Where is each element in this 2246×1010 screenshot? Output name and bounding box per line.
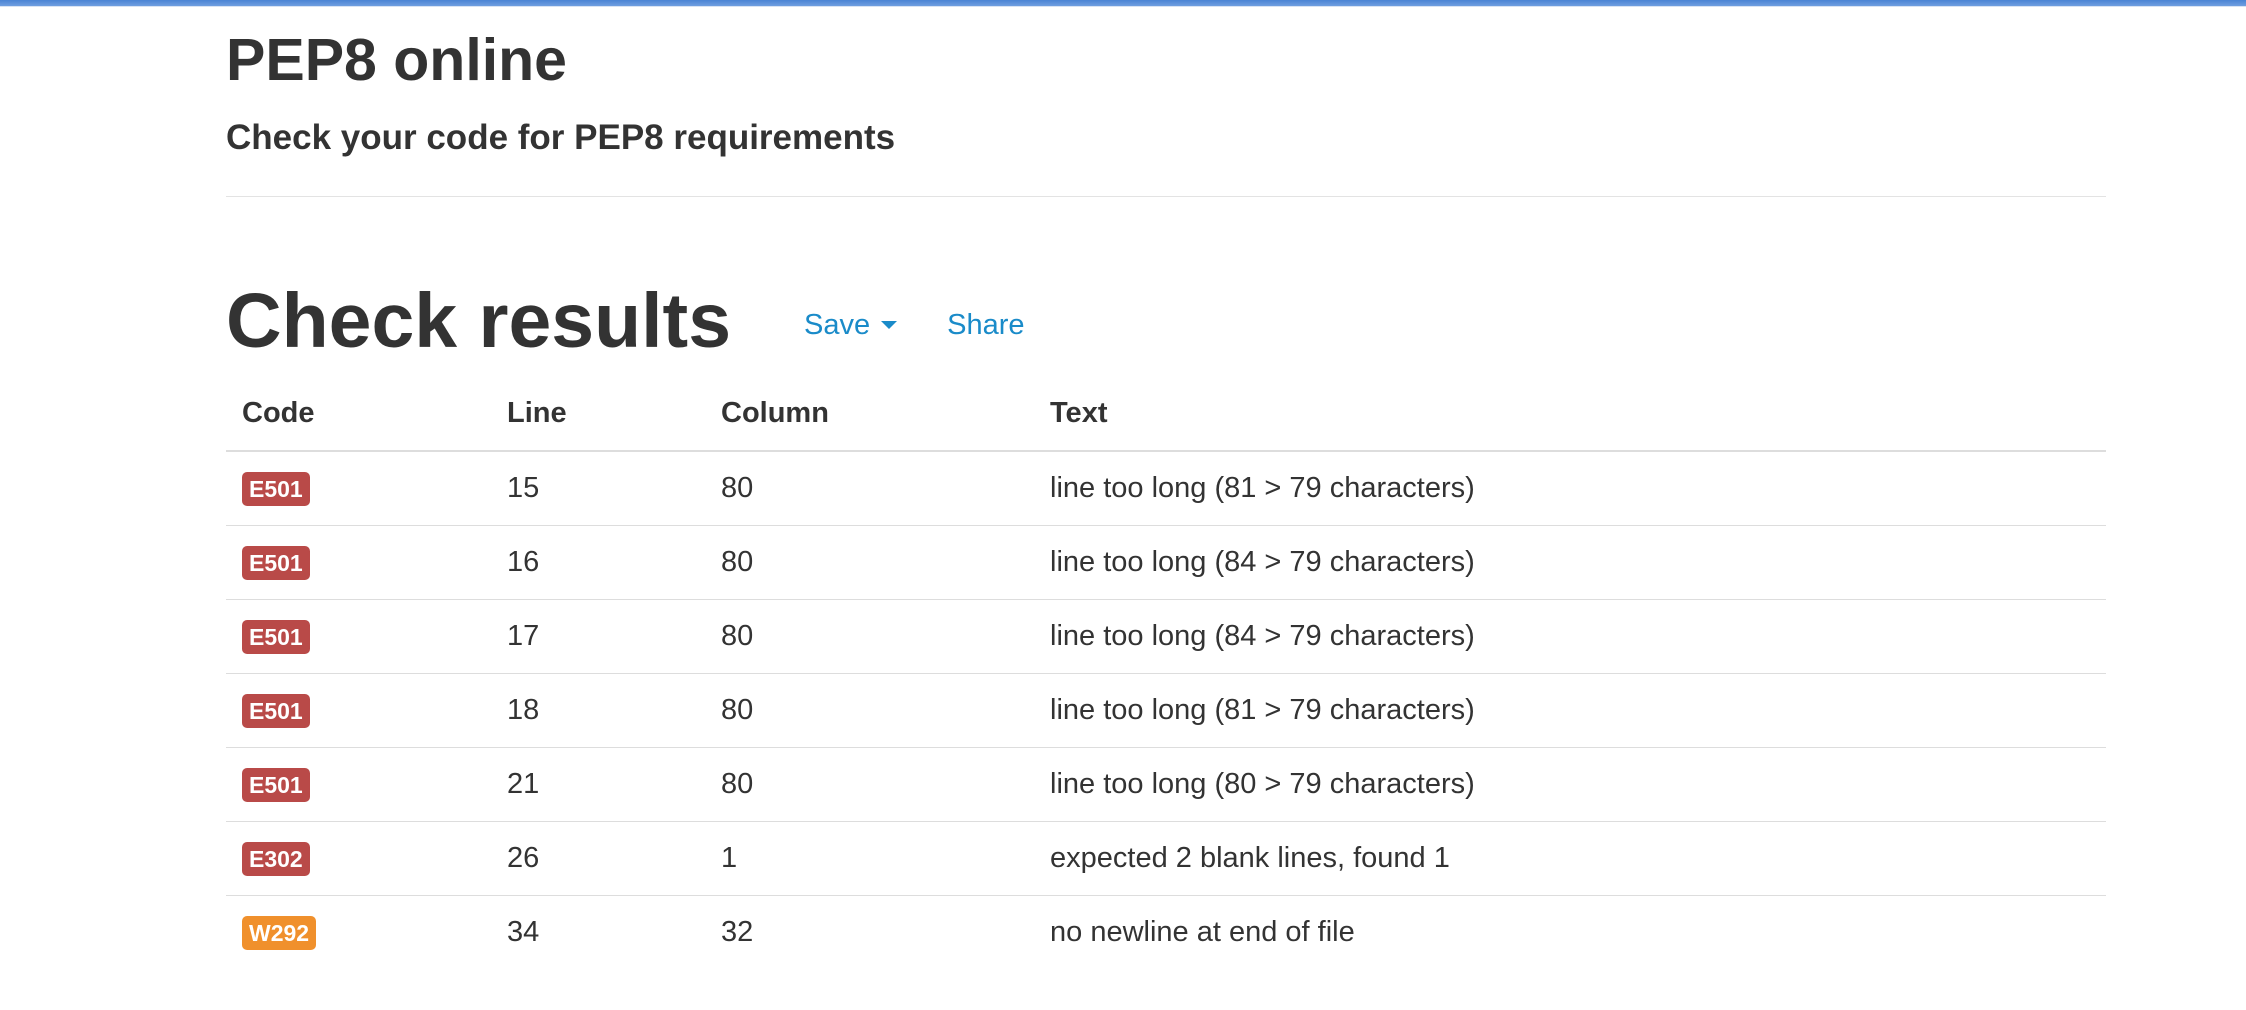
column-cell: 32 — [721, 916, 754, 948]
error-code-badge: E501 — [242, 545, 310, 580]
share-link[interactable]: Share — [947, 309, 1024, 342]
line-cell: 15 — [491, 451, 705, 526]
column-header-line: Line — [491, 376, 705, 452]
code-cell: E302 — [226, 821, 491, 896]
code-cell: E501 — [226, 451, 491, 526]
column-cell: 80 — [705, 747, 1034, 822]
table-row: E302 26 1 expected 2 blank lines, found … — [226, 821, 2106, 896]
line-cell: 21 — [491, 747, 705, 822]
text-cell: expected 2 blank lines, found 1 — [1034, 821, 2106, 896]
column-cell: 80 — [705, 599, 1034, 674]
code-cell: E501 — [226, 599, 491, 674]
page-subtitle: Check your code for PEP8 requirements — [226, 118, 896, 157]
column-cell: 80 — [705, 451, 1034, 526]
line-cell: 17 — [491, 599, 705, 674]
line-cell: 18 — [491, 673, 705, 748]
results-title: Check results — [226, 278, 732, 364]
header-divider — [226, 196, 2106, 197]
warning-code-badge: W292 — [242, 915, 317, 950]
code-cell: E501 — [226, 525, 491, 600]
table-row: E501 16 80 line too long (84 > 79 charac… — [226, 525, 2106, 600]
column-cell: 80 — [705, 673, 1034, 748]
table-row: E501 21 80 line too long (80 > 79 charac… — [226, 747, 2106, 822]
text-cell: no newline at end of file — [1050, 916, 1355, 948]
error-code-badge: E501 — [242, 693, 310, 728]
column-cell: 1 — [705, 821, 1034, 896]
table-row: E501 18 80 line too long (81 > 79 charac… — [226, 673, 2106, 748]
results-table-body: E501 15 80 line too long (81 > 79 charac… — [226, 451, 2106, 969]
error-code-badge: E302 — [242, 841, 310, 876]
code-cell: E501 — [226, 747, 491, 822]
save-label: Save — [804, 308, 871, 341]
column-cell: 80 — [705, 525, 1034, 600]
error-code-badge: E501 — [242, 619, 310, 654]
code-cell: W292 — [226, 896, 491, 970]
column-header-column: Column — [705, 376, 1034, 452]
table-row: E501 15 80 line too long (81 > 79 charac… — [226, 451, 2106, 526]
text-cell: line too long (81 > 79 characters) — [1034, 673, 2106, 748]
code-cell: E501 — [226, 673, 491, 748]
page-title: PEP8 online — [226, 27, 567, 93]
text-cell: line too long (81 > 79 characters) — [1034, 451, 2106, 526]
column-header-code: Code — [226, 376, 491, 452]
results-table-header: Code Line Column Text — [226, 376, 2106, 452]
column-header-text: Text — [1034, 376, 2106, 452]
text-cell: line too long (84 > 79 characters) — [1034, 525, 2106, 600]
results-heading: Check results Save Share — [226, 276, 1025, 366]
caret-down-icon — [881, 321, 898, 329]
table-row: W292 34 32 no newline at end of file — [226, 896, 2106, 970]
text-cell: line too long (84 > 79 characters) — [1034, 599, 2106, 674]
line-cell: 34 — [507, 916, 540, 948]
table-row: E501 17 80 line too long (84 > 79 charac… — [226, 599, 2106, 674]
error-code-badge: E501 — [242, 767, 310, 802]
text-cell: line too long (80 > 79 characters) — [1034, 747, 2106, 822]
line-cell: 16 — [491, 525, 705, 600]
save-dropdown-button[interactable]: Save — [804, 308, 898, 342]
line-cell: 26 — [491, 821, 705, 896]
error-code-badge: E501 — [242, 471, 310, 506]
top-accent-bar — [0, 0, 2246, 7]
results-table: Code Line Column Text E501 15 80 line to… — [226, 376, 2106, 969]
